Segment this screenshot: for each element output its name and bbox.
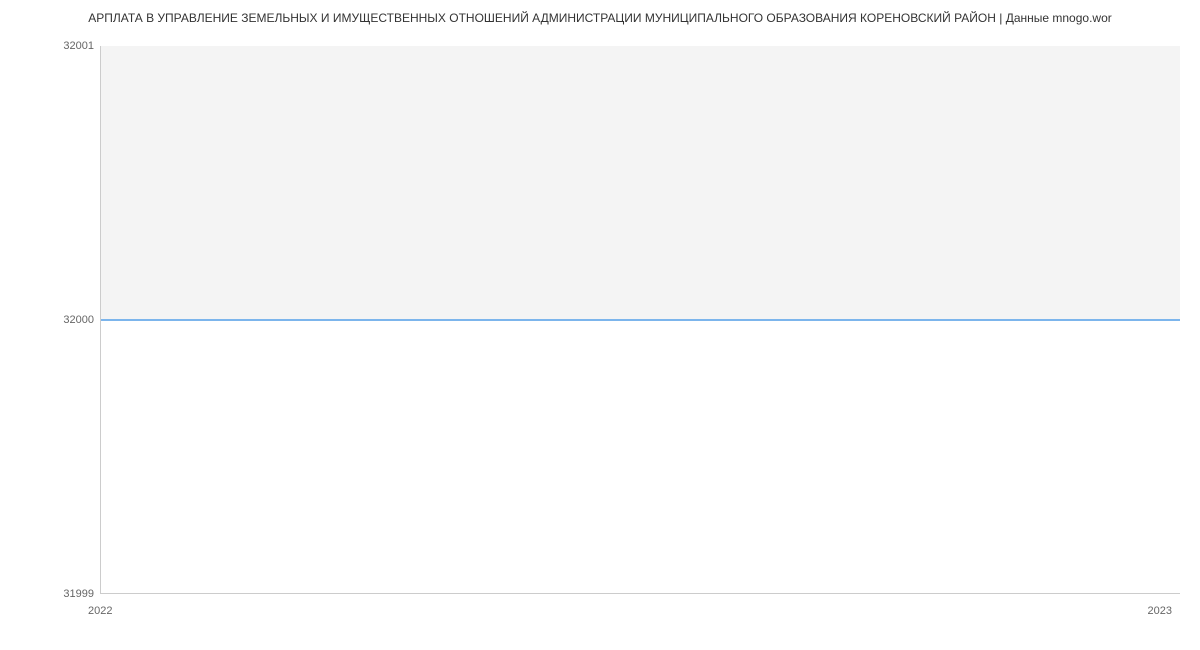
plot-band-upper xyxy=(101,46,1180,320)
x-axis-tick-label: 2023 xyxy=(1148,605,1172,617)
plot-band-lower xyxy=(101,320,1180,594)
chart-container: АРПЛАТА В УПРАВЛЕНИЕ ЗЕМЕЛЬНЫХ И ИМУЩЕСТ… xyxy=(0,0,1200,650)
y-axis-tick-label: 31999 xyxy=(63,588,94,600)
plot-area xyxy=(100,46,1180,594)
chart-title: АРПЛАТА В УПРАВЛЕНИЕ ЗЕМЕЛЬНЫХ И ИМУЩЕСТ… xyxy=(0,11,1200,25)
x-axis-tick-label: 2022 xyxy=(88,605,112,617)
data-series-line xyxy=(101,319,1180,321)
y-axis-tick-label: 32001 xyxy=(63,40,94,52)
y-axis-tick-label: 32000 xyxy=(63,314,94,326)
